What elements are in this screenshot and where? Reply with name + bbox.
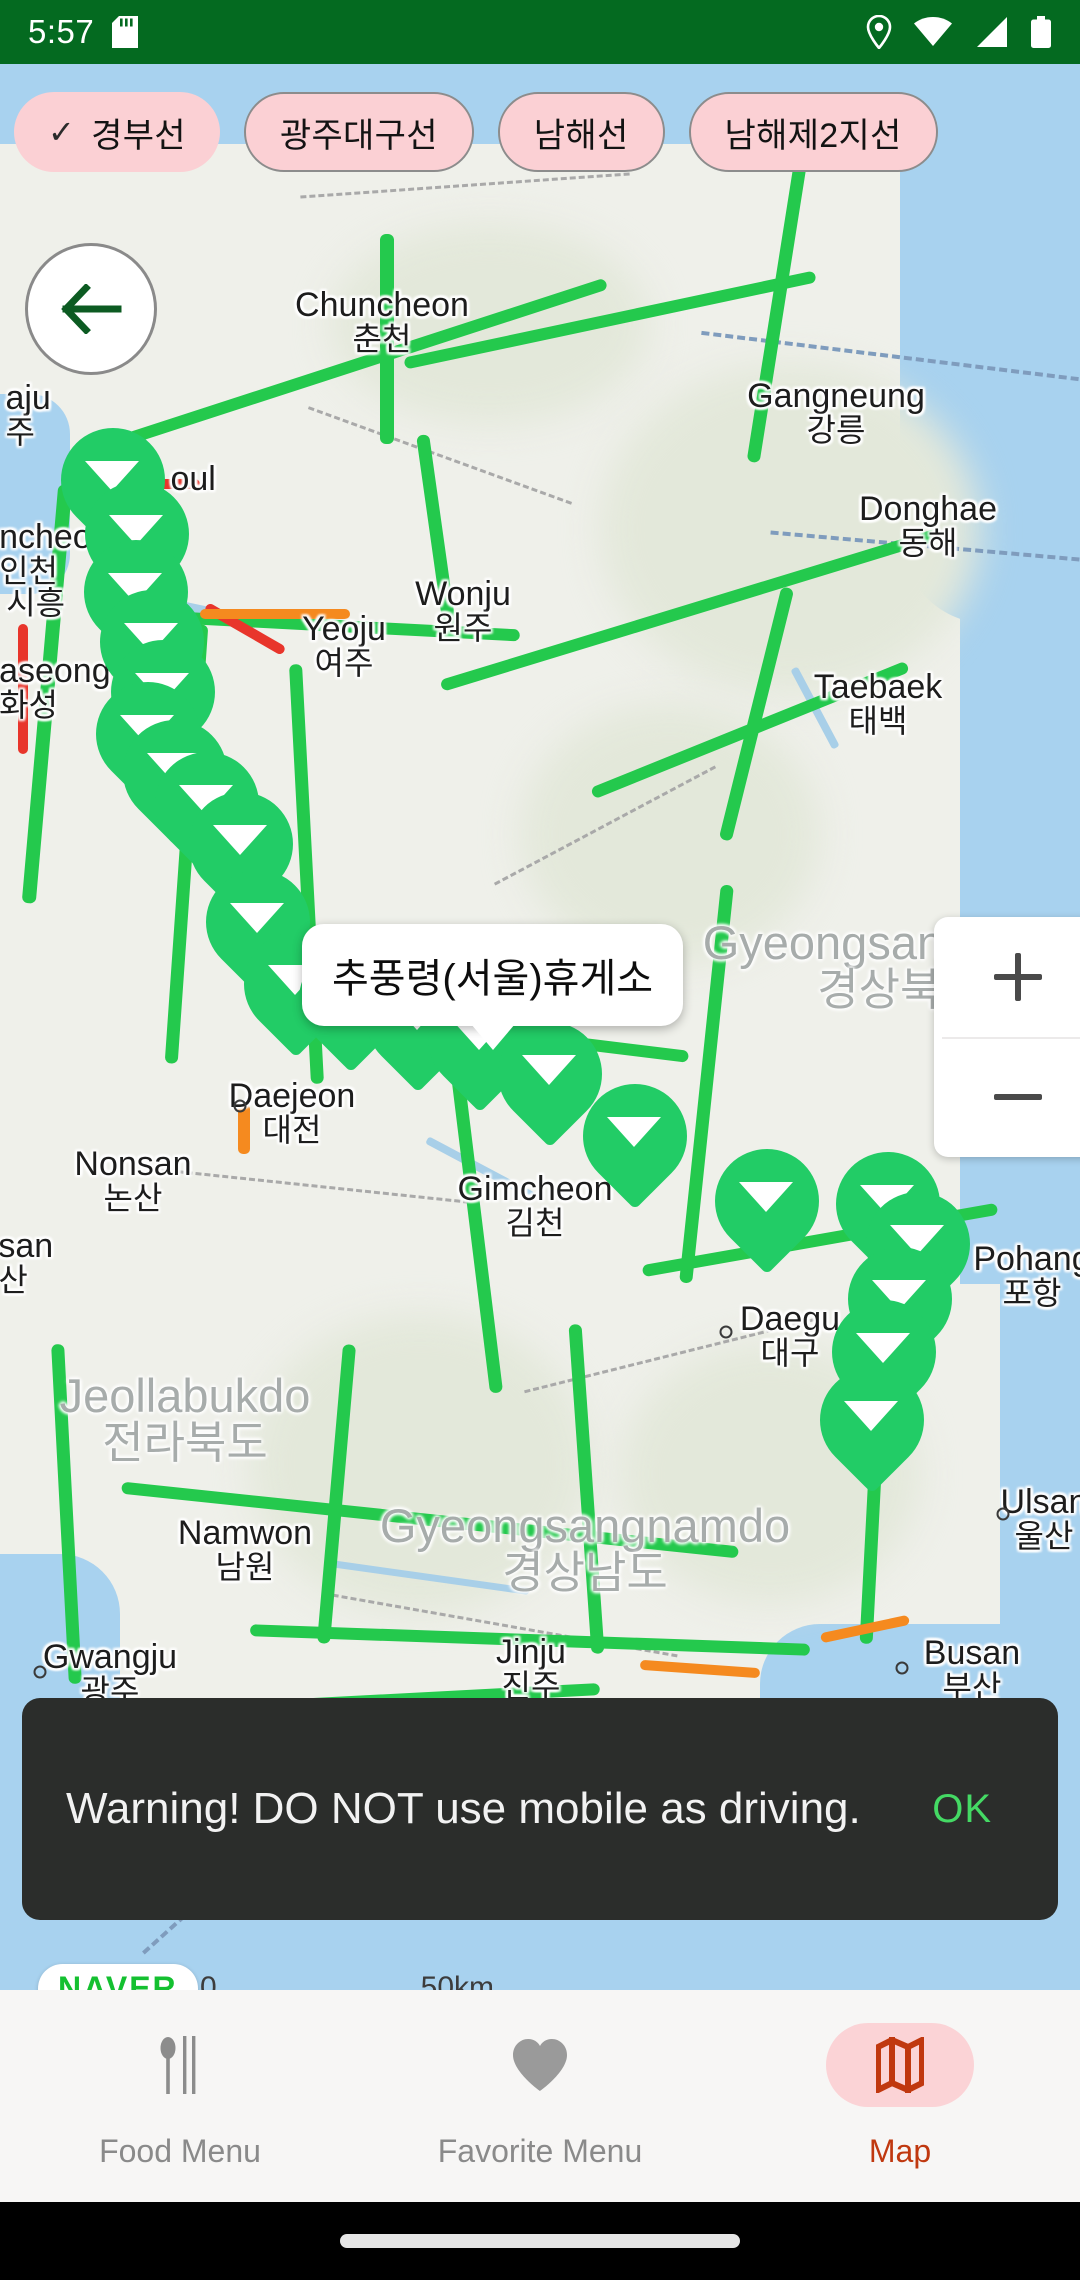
map-scale: 0 50km <box>200 1971 494 1990</box>
map-scale-max: 50km <box>420 1971 494 1990</box>
highway-slow <box>200 609 350 619</box>
system-gesture-bar[interactable] <box>0 2202 1080 2280</box>
snackbar-message: Warning! DO NOT use mobile as driving. <box>66 1783 861 1833</box>
location-icon <box>866 15 892 49</box>
filter-chip-label: 남해선 <box>533 116 629 155</box>
snackbar-ok-button[interactable]: OK <box>910 1771 1014 1848</box>
back-button[interactable] <box>25 243 157 375</box>
city-dot <box>719 1325 733 1339</box>
city-dot <box>996 1507 1010 1521</box>
nav-pill <box>466 2023 614 2107</box>
warning-snackbar: Warning! DO NOT use mobile as driving. O… <box>22 1698 1058 1920</box>
app-screen: 5:57 Chuncheon 춘천 Gangneung 강릉 Donghae 동… <box>0 0 1080 2280</box>
status-bar-left: 5:57 <box>28 13 139 51</box>
nav-label: Favorite Menu <box>437 2132 643 2169</box>
map-scale-labels: 0 50km <box>200 1971 494 1990</box>
city-dot <box>33 1665 47 1679</box>
nav-pill <box>106 2023 254 2107</box>
filter-chip-label: 남해제2지선 <box>724 116 902 155</box>
filter-chip-gyeongbu[interactable]: ✓ 경부선 <box>14 92 220 172</box>
zoom-out-button[interactable] <box>934 1037 1080 1157</box>
zoom-in-button[interactable] <box>934 917 1080 1037</box>
nav-item-map[interactable]: Map <box>720 1990 1080 2202</box>
filter-chip-label: 광주대구선 <box>279 116 438 155</box>
marker-callout-label: 추풍령(서울)휴게소 <box>332 957 654 1001</box>
marker-callout[interactable]: 추풍령(서울)휴게소 <box>302 924 684 1050</box>
battery-icon <box>1031 16 1051 48</box>
map-scale-min: 0 <box>200 1971 217 1990</box>
highway <box>380 234 394 444</box>
status-bar-right <box>866 15 1052 49</box>
highway-congested <box>18 624 28 754</box>
nav-label: Food Menu <box>99 2132 261 2169</box>
terrain-shade <box>600 364 980 694</box>
filter-chip-namhae[interactable]: 남해선 <box>497 92 665 172</box>
nav-pill-active <box>826 2022 974 2107</box>
highway-filter-chip-row[interactable]: ✓ 경부선 광주대구선 남해선 남해제2지선 <box>0 76 1080 188</box>
status-bar: 5:57 <box>0 0 1080 64</box>
map-zoom-controls[interactable] <box>934 917 1080 1157</box>
terrain-shade <box>250 1314 590 1614</box>
nav-label-active: Map <box>868 2132 932 2169</box>
bottom-navigation-bar[interactable]: Food Menu Favorite Menu Map <box>0 1990 1080 2202</box>
nav-item-favorite-menu[interactable]: Favorite Menu <box>360 1990 720 2202</box>
sd-card-icon <box>112 16 139 48</box>
gesture-pill[interactable] <box>340 2234 740 2248</box>
cellular-signal-icon <box>977 17 1007 47</box>
minus-icon <box>994 1073 1042 1121</box>
heart-icon <box>513 2038 567 2091</box>
check-icon: ✓ <box>48 114 76 150</box>
status-bar-clock: 5:57 <box>28 13 95 50</box>
back-arrow-icon <box>61 284 122 334</box>
map-icon <box>876 2036 924 2093</box>
filter-chip-gwangju-daegu[interactable]: 광주대구선 <box>243 92 474 172</box>
filter-chip-label: 경부선 <box>91 116 186 155</box>
filter-chip-namhae-2[interactable]: 남해제2지선 <box>688 92 938 172</box>
city-dot <box>233 1099 247 1113</box>
cutlery-icon <box>160 2035 196 2094</box>
wifi-icon <box>914 17 952 46</box>
map-sea-east-lower <box>1000 1244 1080 1664</box>
nav-item-food-menu[interactable]: Food Menu <box>0 1990 360 2202</box>
naver-logo: NAVER <box>38 1964 198 1990</box>
city-dot <box>895 1661 909 1675</box>
plus-icon <box>994 953 1042 1001</box>
